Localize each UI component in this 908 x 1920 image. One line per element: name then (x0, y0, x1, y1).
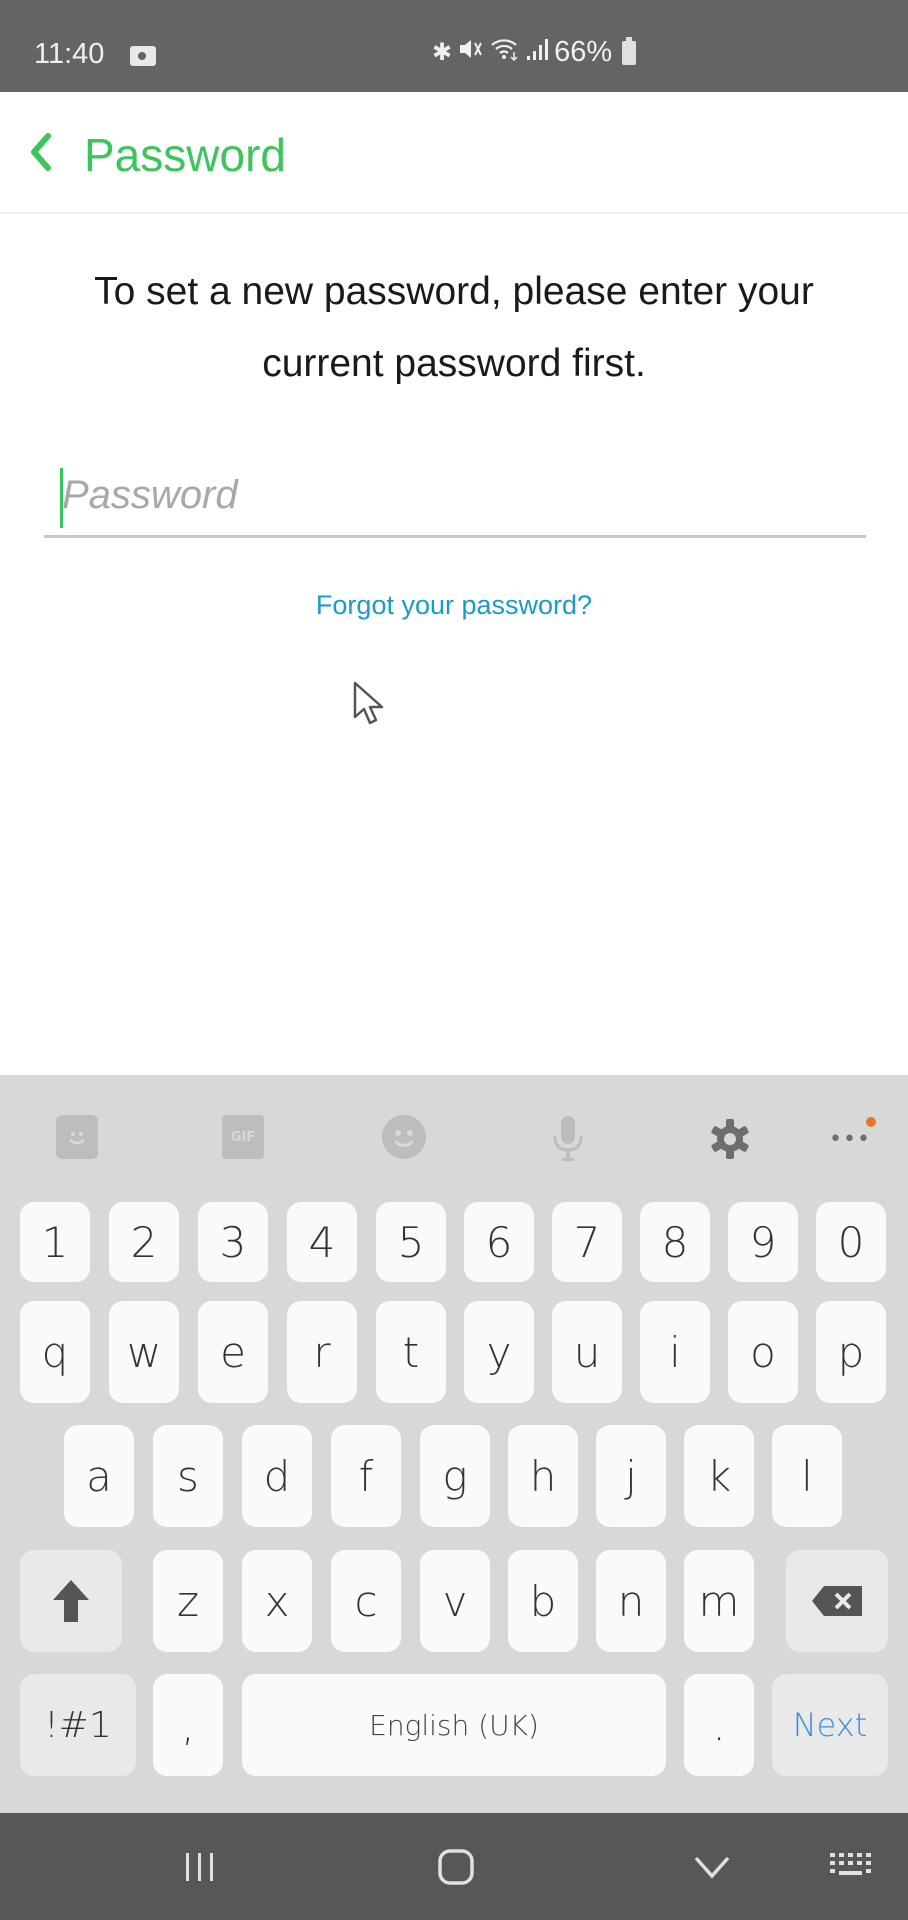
comma-key[interactable]: , (153, 1674, 223, 1776)
battery-percent: 66% (554, 36, 613, 68)
key-9[interactable]: 9 (728, 1202, 798, 1282)
shift-arrow-icon (53, 1580, 89, 1622)
navigation-bar (0, 1813, 908, 1920)
key-6[interactable]: 6 (464, 1202, 534, 1282)
shift-key[interactable] (20, 1550, 122, 1652)
key-e[interactable]: e (198, 1301, 268, 1403)
key-k[interactable]: k (684, 1425, 754, 1527)
notification-dot (866, 1117, 876, 1127)
soft-keyboard: GIF ••• 1 2 3 4 5 6 7 8 9 0 q w e r t y … (0, 1075, 908, 1815)
key-q[interactable]: q (20, 1301, 90, 1403)
key-h[interactable]: h (508, 1425, 578, 1527)
key-d[interactable]: d (242, 1425, 312, 1527)
key-v[interactable]: v (420, 1550, 490, 1652)
key-m[interactable]: m (684, 1550, 754, 1652)
signal-icon (526, 36, 549, 69)
forgot-password-link[interactable]: Forgot your password? (0, 590, 908, 621)
key-p[interactable]: p (816, 1301, 886, 1403)
symbols-key[interactable]: !#1 (20, 1674, 136, 1776)
bluetooth-icon: ✱ (432, 39, 453, 66)
back-down-icon[interactable] (690, 1843, 734, 1891)
key-5[interactable]: 5 (376, 1202, 446, 1282)
backspace-key[interactable] (786, 1550, 888, 1652)
key-r[interactable]: r (287, 1301, 357, 1403)
key-0[interactable]: 0 (816, 1202, 886, 1282)
key-7[interactable]: 7 (552, 1202, 622, 1282)
key-a[interactable]: a (64, 1425, 134, 1527)
key-3[interactable]: 3 (198, 1202, 268, 1282)
password-field-container (44, 456, 866, 538)
status-icons: ✱ 66% (432, 36, 637, 69)
mic-icon[interactable] (544, 1115, 592, 1163)
sticker-icon[interactable] (56, 1115, 98, 1159)
chevron-left-icon[interactable] (26, 132, 56, 172)
period-key[interactable]: . (684, 1674, 754, 1776)
keyboard-switch-icon[interactable] (828, 1843, 872, 1891)
wifi-icon (490, 36, 520, 69)
mouse-pointer-icon (352, 680, 386, 728)
emoji-icon[interactable] (382, 1115, 426, 1159)
next-key[interactable]: Next (772, 1674, 888, 1776)
key-u[interactable]: u (552, 1301, 622, 1403)
key-z[interactable]: z (153, 1550, 223, 1652)
password-input[interactable] (44, 456, 866, 534)
key-l[interactable]: l (772, 1425, 842, 1527)
key-y[interactable]: y (464, 1301, 534, 1403)
key-2[interactable]: 2 (109, 1202, 179, 1282)
key-b[interactable]: b (508, 1550, 578, 1652)
key-4[interactable]: 4 (287, 1202, 357, 1282)
key-g[interactable]: g (420, 1425, 490, 1527)
recent-apps-icon[interactable] (180, 1843, 220, 1891)
key-x[interactable]: x (242, 1550, 312, 1652)
key-o[interactable]: o (728, 1301, 798, 1403)
page-title: Password (84, 129, 286, 181)
key-c[interactable]: c (331, 1550, 401, 1652)
app-header: Password (0, 92, 908, 214)
battery-icon (622, 36, 637, 65)
video-record-icon (130, 46, 156, 66)
key-j[interactable]: j (596, 1425, 666, 1527)
status-bar: 11:40 ✱ 66% (0, 0, 908, 92)
gif-icon[interactable]: GIF (222, 1115, 264, 1159)
key-n[interactable]: n (596, 1550, 666, 1652)
gear-icon[interactable] (706, 1115, 754, 1163)
key-f[interactable]: f (331, 1425, 401, 1527)
home-icon[interactable] (434, 1843, 478, 1891)
key-i[interactable]: i (640, 1301, 710, 1403)
key-1[interactable]: 1 (20, 1202, 90, 1282)
space-key[interactable]: English (UK) (242, 1674, 666, 1776)
backspace-icon (812, 1586, 862, 1616)
keyboard-toolbar: GIF ••• (0, 1075, 908, 1195)
instruction-text: To set a new password, please enter your… (94, 270, 814, 385)
key-8[interactable]: 8 (640, 1202, 710, 1282)
text-caret (60, 468, 63, 528)
key-w[interactable]: w (109, 1301, 179, 1403)
key-t[interactable]: t (376, 1301, 446, 1403)
mute-icon (458, 36, 484, 69)
status-time: 11:40 (34, 38, 105, 70)
key-s[interactable]: s (153, 1425, 223, 1527)
